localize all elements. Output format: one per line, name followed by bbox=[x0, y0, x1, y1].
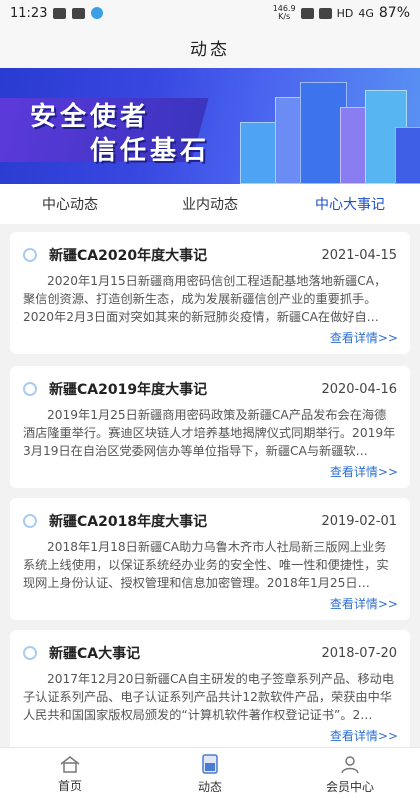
status-bar: 11:23 146.9 K/s HD 4G 87% bbox=[0, 0, 420, 26]
home-icon bbox=[60, 755, 80, 773]
item-date: 2020-04-16 bbox=[321, 381, 397, 397]
list-item[interactable]: 新疆CA2019年度大事记 2020-04-16 2019年1月25日新疆商用密… bbox=[10, 366, 410, 488]
tab-bar: 中心动态 业内动态 中心大事记 bbox=[0, 184, 420, 224]
bullet-circle-icon bbox=[23, 646, 37, 660]
hd-label: HD bbox=[336, 6, 354, 20]
item-date: 2019-02-01 bbox=[321, 513, 397, 529]
nav-member-label: 会员中心 bbox=[325, 779, 374, 794]
item-date: 2021-04-15 bbox=[321, 247, 397, 263]
item-title: 新疆CA2019年度大事记 bbox=[49, 382, 208, 398]
view-details-link[interactable]: 查看详情>> bbox=[330, 727, 398, 744]
view-details-link[interactable]: 查看详情>> bbox=[330, 329, 398, 346]
nav-news-label: 动态 bbox=[197, 779, 222, 794]
nav-member-center[interactable]: 会员中心 bbox=[280, 748, 420, 800]
bullet-circle-icon bbox=[23, 382, 37, 396]
bullet-circle-icon bbox=[23, 248, 37, 262]
banner-image: 安全使者 信任基石 bbox=[0, 68, 420, 184]
item-date: 2018-07-20 bbox=[321, 645, 397, 661]
tab-center-events[interactable]: 中心大事记 bbox=[280, 194, 420, 214]
list-item[interactable]: 新疆CA2020年度大事记 2021-04-15 2020年1月15日新疆商用密… bbox=[10, 232, 410, 354]
status-time: 11:23 bbox=[10, 5, 48, 21]
message-icon bbox=[72, 7, 86, 19]
nav-home-label: 首页 bbox=[57, 778, 82, 793]
alarm-icon bbox=[300, 7, 314, 19]
battery-percent: 87% bbox=[378, 5, 410, 21]
net-speed: 146.9 K/s bbox=[273, 5, 296, 21]
item-title: 新疆CA2018年度大事记 bbox=[49, 514, 208, 530]
tab-industry-news[interactable]: 业内动态 bbox=[140, 194, 280, 214]
nav-news[interactable]: 动态 bbox=[140, 748, 280, 800]
item-summary: 2018年1月18日新疆CA助力乌鲁木齐市人社局新三版网上业务系统上线使用，以保… bbox=[23, 540, 389, 590]
tab-center-news[interactable]: 中心动态 bbox=[0, 194, 140, 214]
banner-slogan-1: 安全使者 bbox=[30, 102, 151, 132]
item-title: 新疆CA2020年度大事记 bbox=[49, 248, 208, 264]
item-summary: 2019年1月25日新疆商用密码政策及新疆CA产品发布会在海德酒店隆重举行。赛迪… bbox=[23, 408, 396, 458]
nav-home[interactable]: 首页 bbox=[0, 748, 140, 800]
item-summary: 2020年1月15日新疆商用密码信创工程适配基地落地新疆CA，聚信创资源、打造创… bbox=[23, 274, 387, 324]
list-item[interactable]: 新疆CA2018年度大事记 2019-02-01 2018年1月18日新疆CA助… bbox=[10, 498, 410, 620]
signal-label: 4G bbox=[358, 6, 374, 20]
net-speed-unit: K/s bbox=[278, 12, 291, 21]
image-icon bbox=[53, 7, 67, 19]
view-details-link[interactable]: 查看详情>> bbox=[330, 463, 398, 480]
qq-icon bbox=[91, 7, 104, 19]
item-summary: 2017年12月20日新疆CA自主研发的电子签章系列产品、移动电子认证系列产品、… bbox=[23, 672, 395, 722]
view-details-link[interactable]: 查看详情>> bbox=[330, 595, 398, 612]
mute-icon bbox=[318, 7, 332, 19]
banner-building bbox=[395, 127, 420, 184]
bullet-circle-icon bbox=[23, 514, 37, 528]
news-icon bbox=[202, 753, 218, 774]
bottom-nav: 首页 动态 会员中心 bbox=[0, 747, 420, 800]
user-icon bbox=[341, 755, 359, 773]
item-title: 新疆CA大事记 bbox=[49, 646, 141, 662]
list-item[interactable]: 新疆CA大事记 2018-07-20 2017年12月20日新疆CA自主研发的电… bbox=[10, 630, 410, 752]
banner-slogan-2: 信任基石 bbox=[90, 136, 211, 166]
page-title: 动态 bbox=[190, 39, 230, 60]
page-header: 动态 bbox=[0, 26, 420, 68]
